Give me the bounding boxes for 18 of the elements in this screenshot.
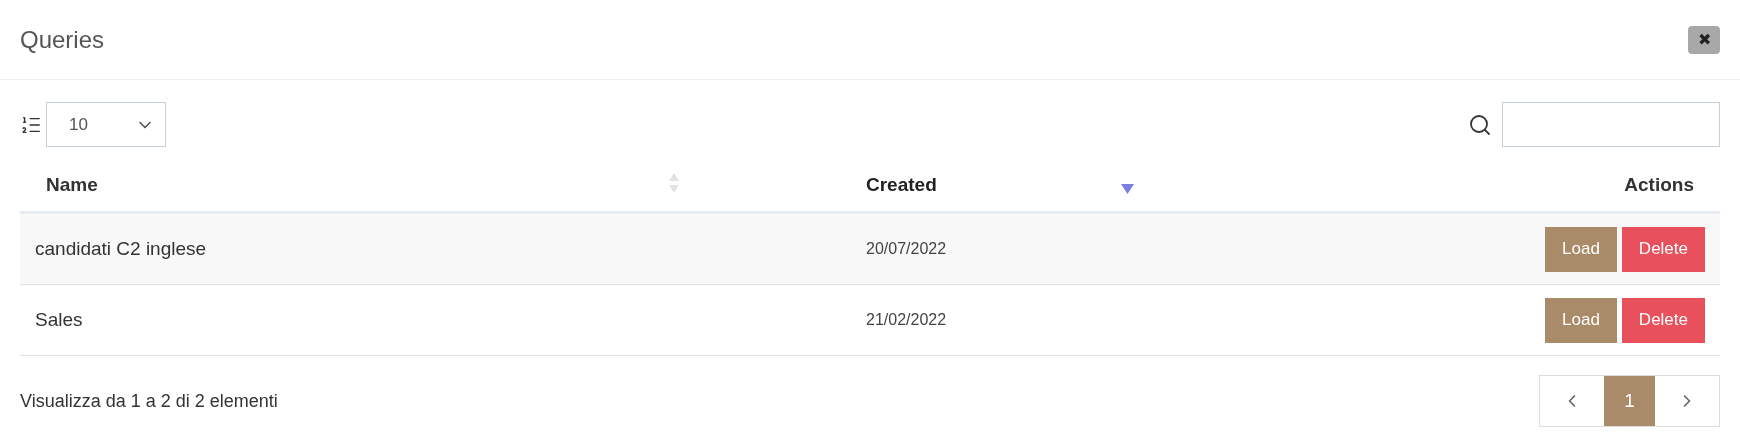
dialog-title: Queries — [20, 24, 105, 55]
table-cell: candidati C2 inglese — [35, 237, 207, 259]
column-header[interactable]: Created — [866, 170, 937, 200]
search-icon — [1468, 112, 1492, 137]
table-cell: Sales — [35, 308, 83, 330]
column-header[interactable]: Name — [46, 170, 98, 200]
close-button[interactable]: ✖ — [1688, 25, 1720, 54]
search-field[interactable] — [1502, 102, 1720, 147]
table-info: Visualizza da 1 a 2 di 2 elementi — [20, 389, 278, 413]
column-header: Actions — [1624, 172, 1694, 197]
page-button[interactable]: 1 — [1604, 376, 1655, 426]
page-size-select[interactable]: 10 — [46, 102, 166, 147]
table-cell: 20/07/2022 — [866, 240, 947, 257]
delete-button[interactable]: Delete — [1621, 226, 1705, 272]
load-button[interactable]: Load — [1545, 297, 1617, 343]
table-cell: 21/02/2022 — [866, 311, 947, 328]
load-button[interactable]: Load — [1545, 226, 1617, 272]
delete-button[interactable]: Delete — [1621, 297, 1705, 343]
